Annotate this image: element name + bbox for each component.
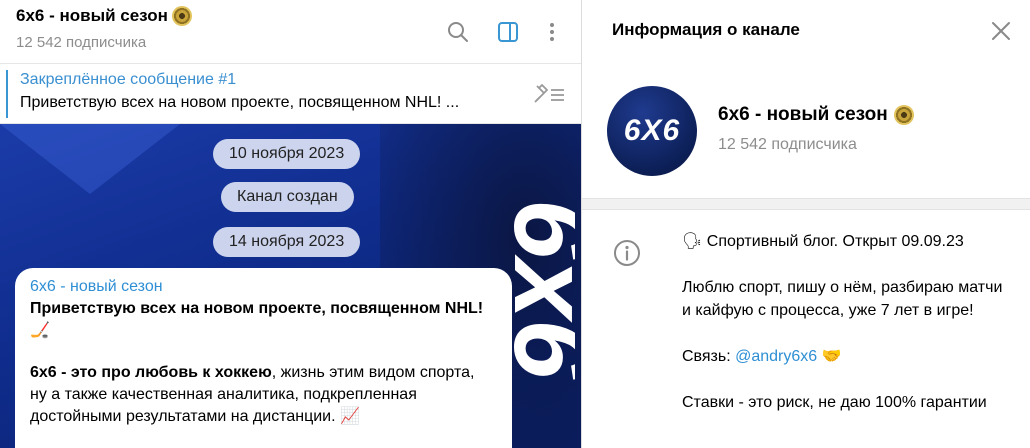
section-separator <box>582 198 1030 210</box>
message-bold-text: 6x6 - это про любовь к хоккею <box>30 364 272 381</box>
date-pill: 10 ноября 2023 <box>213 139 361 169</box>
pinned-list-icon[interactable] <box>532 83 568 107</box>
message-text: достойными результатами на дистанции. <box>30 408 336 425</box>
pinned-indicator <box>6 70 8 118</box>
channel-avatar[interactable]: 6X6 <box>607 86 697 176</box>
service-message-pill: Канал создан <box>221 182 354 212</box>
chat-subscribers: 12 542 подписчика <box>16 34 147 51</box>
message-author[interactable]: 6x6 - новый сезон <box>30 278 497 296</box>
description-line: 🗣 Спортивный блог. Открыт 09.09.23 <box>682 233 964 250</box>
channel-info-panel: Информация о канале 6X6 6x6 - новый сезо… <box>582 0 1030 448</box>
search-icon[interactable] <box>446 20 470 44</box>
gold-badge-icon <box>171 6 192 26</box>
message-line: Приветствую всех на новом проекте, посвя… <box>30 300 484 317</box>
channel-name-text: 6x6 - новый сезон <box>718 104 888 125</box>
pinned-title: Закреплённое сообщение #1 <box>20 71 237 88</box>
channel-subscribers: 12 542 подписчика <box>718 136 857 153</box>
more-vertical-icon[interactable] <box>540 20 564 44</box>
gold-badge-icon <box>893 105 914 125</box>
hockey-emoji-icon: 🏒 <box>30 322 50 339</box>
chat-title[interactable]: 6x6 - новый сезон <box>16 6 192 26</box>
message-bubble[interactable]: 6x6 - новый сезон Приветствую всех на но… <box>15 268 512 448</box>
channel-name: 6x6 - новый сезон <box>718 104 914 126</box>
message-line: 6x6 - это про любовь к хоккею, жизнь эти… <box>30 362 497 384</box>
description-paragraph: Люблю спорт, пишу о нём, разбираю матчи … <box>682 279 1003 319</box>
channel-description: 🗣 Спортивный блог. Открыт 09.09.23 Люблю… <box>682 230 1012 437</box>
background-shape <box>0 124 180 194</box>
info-icon <box>613 239 641 267</box>
chat-header[interactable]: 6x6 - новый сезон 12 542 подписчика <box>0 0 581 64</box>
message-line: достойными результатами на дистанции. 📈 <box>30 406 497 428</box>
close-icon[interactable] <box>990 20 1012 42</box>
date-pill: 14 ноября 2023 <box>213 227 361 257</box>
pinned-text: Приветствую всех на новом проекте, посвя… <box>20 94 460 111</box>
message-text: , жизнь этим видом спорта, <box>271 364 475 381</box>
description-paragraph: Ставки - это риск, не даю 100% гарантии <box>682 394 987 411</box>
info-panel-title: Информация о канале <box>612 20 800 39</box>
contact-line: Связь: @andry6x6 🤝 <box>682 345 1012 368</box>
chat-panel: 6x6 - новый сезон 12 542 подписчика Закр… <box>0 0 581 448</box>
avatar-logo-text: 6X6 <box>623 114 681 147</box>
message-line: ну а также качественная аналитика, подкр… <box>30 386 417 403</box>
sidebar-toggle-icon[interactable] <box>496 20 520 44</box>
pinned-message-bar[interactable]: Закреплённое сообщение #1 Приветствую вс… <box>0 65 581 124</box>
chart-emoji-icon: 📈 <box>340 408 360 425</box>
handshake-emoji-icon: 🤝 <box>821 348 842 365</box>
contact-label: Связь: <box>682 348 731 365</box>
chat-title-text: 6x6 - новый сезон <box>16 6 168 25</box>
contact-link[interactable]: @andry6x6 <box>735 348 817 365</box>
